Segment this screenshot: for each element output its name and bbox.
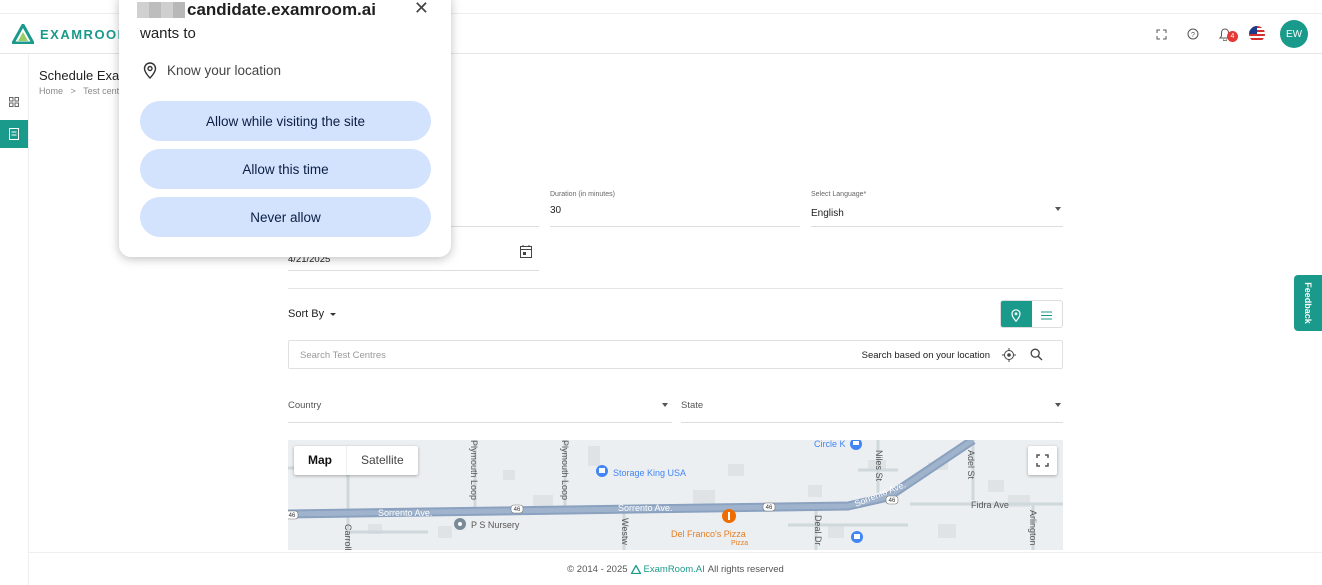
map-view-button[interactable] [1001,301,1032,327]
map-label: Niles St [874,450,884,482]
my-location-icon[interactable] [1002,348,1016,367]
map-label: Storage King USA [613,468,686,478]
sidebar [0,54,29,585]
dashboard-icon[interactable] [0,88,28,116]
state-chevron-down-icon[interactable] [1055,403,1061,407]
section-divider [288,288,1063,289]
page-title: Schedule Exam [39,68,131,83]
sort-by-dropdown[interactable]: Sort By [288,308,337,320]
map-label: Fidra Ave [971,500,1009,510]
map-label: Pizza [731,540,748,547]
map-pin-icon [1011,308,1021,322]
popup-origin: candidate.examroom.ai [137,0,376,20]
circle-k-pin-icon[interactable] [850,440,862,450]
blurred-subdomain [137,2,185,18]
never-allow-button[interactable]: Never allow [140,197,431,237]
close-icon[interactable]: ✕ [414,0,429,19]
map-label: Carroll [343,524,353,550]
map-label: Westw [620,518,630,545]
fullscreen-icon[interactable] [1152,25,1170,43]
breadcrumb-home[interactable]: Home [39,86,63,96]
map-label: Del Franco's Pizza [671,529,746,539]
feedback-tab[interactable]: Feedback [1294,275,1322,331]
restaurant-pin-icon[interactable] [722,509,736,523]
footer-logo-icon [630,564,641,574]
map-tab[interactable]: Map [294,446,347,475]
route-shield: 46 [514,507,521,513]
test-centre-search[interactable]: Search Test Centres Search based on your… [288,340,1063,369]
us-flag-icon[interactable] [1248,25,1266,43]
view-toggle [1000,300,1063,328]
allow-while-visiting-button[interactable]: Allow while visiting the site [140,101,431,141]
nursery-pin-icon[interactable] [454,518,466,530]
calendar-icon[interactable] [520,245,532,263]
list-icon [1041,311,1053,319]
breadcrumb-separator: > [65,86,81,96]
location-pin-icon [143,62,157,79]
satellite-tab[interactable]: Satellite [347,446,418,475]
feedback-label: Feedback [1303,282,1313,324]
map-label: Arlington [1028,510,1038,546]
duration-label: Duration (in minutes) [550,191,615,198]
language-underline [811,226,1063,227]
map-label: Sorrento Ave. [378,508,432,518]
notification-badge: 4 [1227,31,1238,42]
allow-this-time-button[interactable]: Allow this time [140,149,431,189]
duration-underline [550,226,800,227]
map-label: P S Nursery [471,520,520,530]
route-shield: 46 [889,498,896,504]
state-underline [681,422,1063,423]
logo-icon [12,24,34,44]
help-icon[interactable]: ? [1184,25,1202,43]
state-select[interactable]: State [681,400,703,411]
search-input[interactable]: Search Test Centres [300,350,386,361]
country-select[interactable]: Country [288,400,321,411]
map-fullscreen-button[interactable] [1028,446,1057,475]
logo-text: EXAMROOM [40,26,130,42]
route-shield: 46 [289,513,296,519]
language-chevron-down-icon[interactable] [1055,207,1061,211]
country-underline [288,422,672,423]
duration-field[interactable]: 30 [550,205,561,216]
sort-chevron-down-icon [330,312,337,316]
map-label: Deal Dr [813,515,823,546]
date-underline [288,270,539,271]
footer-brand[interactable]: ExamRoom.AI [644,564,705,575]
route-shield: 46 [766,505,773,511]
map-label: Plymouth Loop [469,440,479,500]
location-permission-popup: candidate.examroom.ai wants to ✕ Know yo… [119,0,451,257]
schedule-exam-nav-icon[interactable] [0,120,28,148]
country-chevron-down-icon[interactable] [662,403,668,407]
footer-rights: All rights reserved [707,563,784,575]
footer: © 2014 - 2025 ExamRoom.AI All rights res… [29,552,1322,585]
map-label: Circle K [814,440,846,449]
shop-pin-icon[interactable] [851,531,863,543]
search-icon[interactable] [1030,348,1043,366]
popup-origin-text: candidate.examroom.ai [187,0,376,19]
footer-copyright: © 2014 - 2025 [567,563,628,575]
language-select[interactable]: English [811,208,844,219]
notification-bell-icon[interactable]: 4 [1216,25,1238,43]
language-label: Select Language* [811,191,867,198]
map-view[interactable]: Sorrento Ave. Sorrento Ave. Sorrento Ave… [288,440,1063,550]
sort-by-label: Sort By [288,308,325,320]
popup-wants-to: wants to [140,25,196,42]
search-by-location-label[interactable]: Search based on your location [862,350,990,361]
permission-text: Know your location [167,63,282,78]
user-avatar[interactable]: EW [1280,20,1308,48]
map-label: Plymouth Loop [560,440,570,500]
examroom-logo[interactable]: EXAMROOM [12,24,130,44]
map-type-tabs: Map Satellite [294,446,418,475]
map-label: Sorrento Ave. [618,503,672,513]
map-label: Adel St [966,450,976,480]
header-icons: ? 4 EW [1152,20,1308,48]
breadcrumb: Home > Test centre [39,86,127,96]
fullscreen-expand-icon [1036,454,1049,467]
list-view-button[interactable] [1032,301,1063,327]
storage-pin-icon[interactable] [596,465,608,477]
svg-text:?: ? [1191,32,1195,39]
permission-row: Know your location [143,62,281,79]
